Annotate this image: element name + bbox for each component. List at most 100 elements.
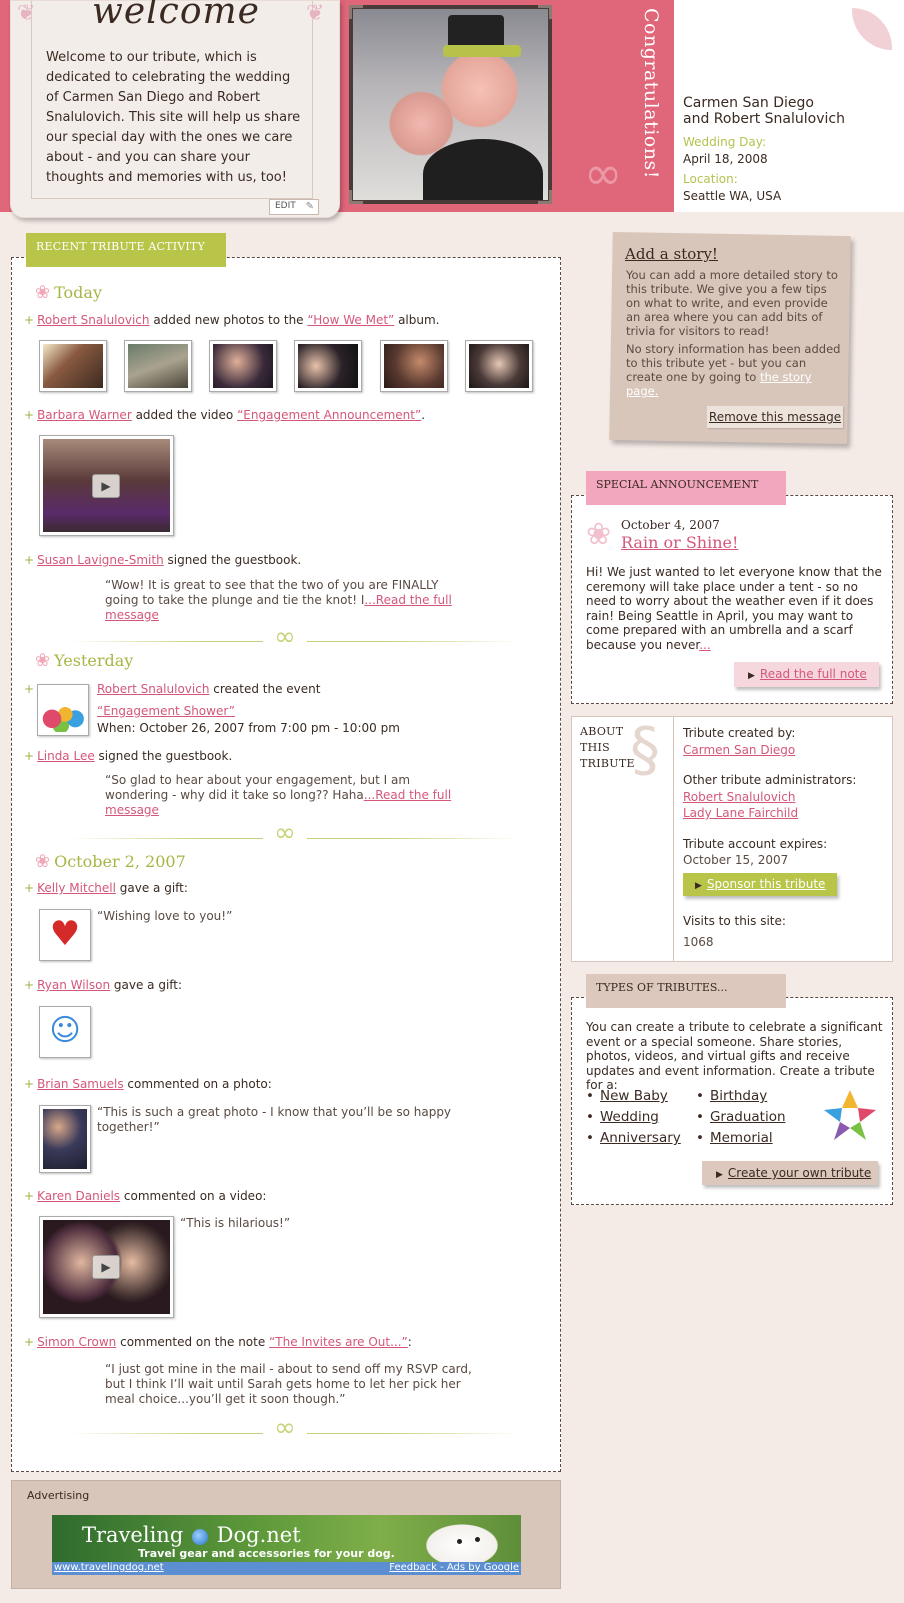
photo-thumbnail[interactable] xyxy=(380,340,448,392)
ad-banner[interactable]: Traveling Dog.net Travel gear and access… xyxy=(52,1515,521,1575)
ad-feedback-link[interactable]: Feedback - Ads by Google xyxy=(389,1562,519,1573)
administrator-link[interactable]: Robert Snalulovich xyxy=(683,790,795,804)
arrow-right-icon: ▶ xyxy=(748,671,755,681)
create-tribute-label[interactable]: Create your own tribute xyxy=(728,1166,871,1180)
event-when: When: October 26, 2007 from 7:00 pm - 10… xyxy=(97,721,400,735)
play-icon[interactable]: ▶ xyxy=(92,474,120,498)
couple-photo[interactable] xyxy=(349,5,552,204)
visits-value: 1068 xyxy=(683,935,714,949)
photo-thumbnail[interactable] xyxy=(294,340,362,392)
creator-link[interactable]: Carmen San Diego xyxy=(683,743,795,757)
user-link[interactable]: Ryan Wilson xyxy=(37,978,110,992)
announcement-title[interactable]: Rain or Shine! xyxy=(621,533,738,552)
suit-shape xyxy=(423,139,543,200)
wedding-rings-icon: ∞ xyxy=(584,146,623,200)
user-link[interactable]: Simon Crown xyxy=(37,1335,116,1349)
bullet: • xyxy=(696,1088,704,1104)
play-icon[interactable]: ▶ xyxy=(92,1255,120,1279)
dog-image xyxy=(417,1519,507,1563)
edit-button[interactable]: EDIT ✎ xyxy=(269,199,319,215)
user-link[interactable]: Robert Snalulovich xyxy=(37,313,149,327)
gift-message: “Wishing love to you!” xyxy=(97,909,233,923)
event-link[interactable]: “Engagement Shower” xyxy=(97,704,235,718)
video-thumbnail[interactable]: ▶ xyxy=(39,1216,174,1318)
read-full-note-label[interactable]: Read the full note xyxy=(760,667,867,681)
bullet: • xyxy=(586,1088,594,1104)
activity-entry: + Karen Daniels commented on a video: xyxy=(24,1189,266,1203)
tribute-type-link[interactable]: • Wedding xyxy=(586,1109,659,1125)
entry-text: commented on the note xyxy=(116,1335,270,1349)
welcome-title: welcome xyxy=(92,0,260,32)
photo-thumbnail[interactable] xyxy=(124,340,192,392)
ad-subtitle[interactable]: Travel gear and accessories for your dog… xyxy=(138,1547,395,1560)
album-link[interactable]: “How We Met” xyxy=(307,313,394,327)
tribute-type-label[interactable]: Birthday xyxy=(710,1088,767,1104)
tribute-type-label[interactable]: New Baby xyxy=(600,1088,668,1104)
user-link[interactable]: Kelly Mitchell xyxy=(37,881,116,895)
day-label: October 2, 2007 xyxy=(54,852,186,871)
arrow-right-icon: ▶ xyxy=(695,881,702,891)
photo-corner xyxy=(349,190,363,204)
couple-names: Carmen San Diego and Robert Snalulovich xyxy=(683,95,845,127)
star-petal xyxy=(834,1122,850,1140)
tribute-type-label[interactable]: Wedding xyxy=(600,1109,659,1125)
photo-thumbnail[interactable] xyxy=(39,1105,91,1173)
tribute-type-link[interactable]: • Birthday xyxy=(696,1088,767,1104)
event-title: “Engagement Shower” xyxy=(97,704,235,718)
sponsor-tribute-button[interactable]: ▶ Sponsor this tribute xyxy=(683,873,837,896)
types-description: You can create a tribute to celebrate a … xyxy=(586,1020,883,1092)
announcement-more-link[interactable]: ... xyxy=(699,638,710,652)
dog-eye xyxy=(475,1537,480,1542)
activity-entry: + Brian Samuels commented on a photo: xyxy=(24,1077,272,1091)
ad-title-part[interactable]: Dog.net xyxy=(217,1523,301,1547)
entry-text: signed the guestbook. xyxy=(163,553,302,567)
user-link[interactable]: Barbara Warner xyxy=(37,408,132,422)
event-balloons-icon[interactable] xyxy=(37,684,89,736)
user-link[interactable]: Linda Lee xyxy=(37,749,95,763)
ad-url-link[interactable]: www.travelingdog.net xyxy=(54,1562,164,1573)
ad-title[interactable]: Traveling Dog.net xyxy=(82,1523,301,1547)
tribute-type-label[interactable]: Graduation xyxy=(710,1109,786,1125)
entry-text: : xyxy=(407,1335,412,1349)
video-link[interactable]: “Engagement Announcement” xyxy=(237,408,421,422)
tribute-type-link[interactable]: • Graduation xyxy=(696,1109,786,1125)
tribute-type-link[interactable]: • New Baby xyxy=(586,1088,668,1104)
activity-entry: + Kelly Mitchell gave a gift: xyxy=(24,881,188,895)
heart-gift-icon[interactable]: ♥ xyxy=(39,909,91,961)
create-tribute-button[interactable]: ▶ Create your own tribute xyxy=(702,1161,878,1185)
types-of-tributes-tab: TYPES OF TRIBUTES... xyxy=(586,974,786,1008)
read-full-note-button[interactable]: ▶ Read the full note xyxy=(734,662,879,687)
video-thumbnail[interactable]: ▶ xyxy=(39,435,174,536)
ad-footer: www.travelingdog.net Feedback - Ads by G… xyxy=(52,1562,521,1575)
tribute-type-label[interactable]: Memorial xyxy=(710,1130,773,1146)
remove-message-button[interactable]: Remove this message xyxy=(707,406,843,428)
note-link[interactable]: “The Invites are Out...” xyxy=(269,1335,408,1349)
location-label: Location: xyxy=(683,172,738,186)
user-link[interactable]: Robert Snalulovich xyxy=(97,682,209,696)
add-story-title[interactable]: Add a story! xyxy=(625,245,718,263)
entry-text: added the video xyxy=(131,408,238,422)
user-link[interactable]: Brian Samuels xyxy=(37,1077,124,1091)
photo-thumbnail[interactable] xyxy=(465,340,533,392)
thumbnail-image xyxy=(384,344,444,388)
tribute-type-link[interactable]: • Memorial xyxy=(696,1130,773,1146)
administrator-link[interactable]: Lady Lane Fairchild xyxy=(683,806,798,820)
edit-label[interactable]: EDIT xyxy=(275,201,296,211)
photo-thumbnail[interactable] xyxy=(209,340,277,392)
hat-band-shape xyxy=(443,45,521,57)
user-link[interactable]: Karen Daniels xyxy=(37,1189,120,1203)
couple-line-2: and Robert Snalulovich xyxy=(683,111,845,127)
photo-thumbnail[interactable] xyxy=(39,340,107,392)
sponsor-label[interactable]: Sponsor this tribute xyxy=(707,877,826,891)
teddy-bear-gift-icon[interactable]: ☺ xyxy=(39,1006,91,1058)
ad-title-part[interactable]: Traveling xyxy=(82,1523,183,1547)
tribute-type-label[interactable]: Anniversary xyxy=(600,1130,681,1146)
plus-icon: + xyxy=(24,881,35,895)
thumbnail-image xyxy=(43,344,103,388)
couple-line-1: Carmen San Diego xyxy=(683,95,814,111)
entry-text: . xyxy=(421,408,426,422)
user-link[interactable]: Susan Lavigne-Smith xyxy=(37,553,164,567)
tribute-type-link[interactable]: • Anniversary xyxy=(586,1130,681,1146)
story-paragraph: You can add a more detailed story to thi… xyxy=(626,268,838,338)
thumbnail-image xyxy=(213,344,273,388)
